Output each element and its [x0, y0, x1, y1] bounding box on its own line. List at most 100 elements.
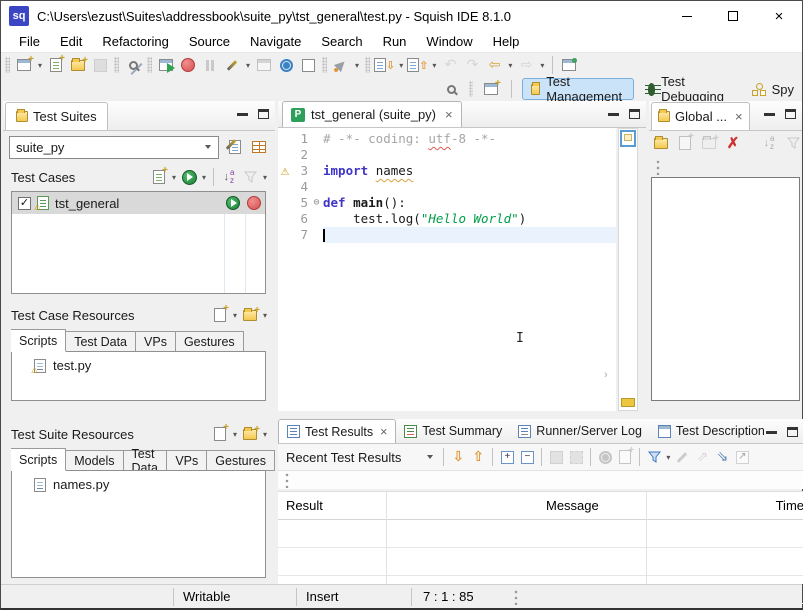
- recent-test-results-dropdown[interactable]: Recent Test Results: [286, 450, 433, 465]
- object-picker-button[interactable]: [222, 55, 242, 75]
- column-header[interactable]: Result: [278, 498, 538, 513]
- open-perspective-button[interactable]: [481, 79, 501, 99]
- resource-tab[interactable]: Models: [66, 450, 123, 471]
- code-line[interactable]: 1# -*- coding: utf-8 -*-: [278, 131, 616, 147]
- global-scripts-list[interactable]: [651, 177, 800, 401]
- maximize-view-icon[interactable]: [787, 427, 798, 437]
- chevron-down-icon[interactable]: ▾: [36, 55, 44, 75]
- minimize-view-icon[interactable]: [237, 113, 248, 116]
- code-editor[interactable]: 1# -*- coding: utf-8 -*-23import names45…: [278, 128, 616, 411]
- menu-item[interactable]: Window: [416, 31, 482, 53]
- new-folder-button[interactable]: [240, 424, 260, 444]
- minimize-view-icon[interactable]: [766, 431, 777, 434]
- new-file-button[interactable]: [210, 424, 230, 444]
- chevron-down-icon[interactable]: ▾: [231, 424, 239, 444]
- new-test-case-button[interactable]: [46, 55, 66, 75]
- new-folder-button[interactable]: [240, 305, 260, 325]
- remove-button[interactable]: ✗: [723, 133, 743, 153]
- add-directory-button[interactable]: [651, 133, 671, 153]
- maximize-view-icon[interactable]: [785, 109, 796, 119]
- suite-config-button[interactable]: [249, 137, 269, 157]
- run-test-case-button[interactable]: [226, 196, 240, 210]
- resource-tab[interactable]: Test Data: [124, 450, 168, 471]
- search-button[interactable]: [441, 79, 461, 99]
- record-test-case-button[interactable]: [247, 196, 261, 210]
- column-header[interactable]: Time: [768, 498, 803, 513]
- close-icon[interactable]: ×: [445, 107, 453, 122]
- chevron-down-icon[interactable]: ▾: [231, 305, 239, 325]
- chevron-down-icon[interactable]: ▾: [261, 305, 269, 325]
- bottom-tab[interactable]: Test Description ×: [650, 419, 773, 443]
- bottom-tab[interactable]: Test Summary ×: [396, 419, 510, 443]
- previous-result-button[interactable]: ⇧: [468, 447, 488, 467]
- menu-item[interactable]: Search: [311, 31, 372, 53]
- object-not-pickable-button[interactable]: [123, 55, 143, 75]
- chevron-down-icon[interactable]: ▾: [397, 55, 405, 75]
- pin-editor-button[interactable]: [559, 55, 579, 75]
- perspective-test-management[interactable]: Test Management: [522, 78, 634, 100]
- code-line[interactable]: 4: [278, 179, 616, 195]
- code-line[interactable]: 7: [278, 227, 616, 243]
- code-line[interactable]: 6 test.log("Hello World"): [278, 211, 616, 227]
- record-button[interactable]: [178, 55, 198, 75]
- drag-handle[interactable]: [655, 159, 661, 175]
- run-test-suite-button[interactable]: [179, 167, 199, 187]
- previous-annotation-button[interactable]: ⇧: [407, 55, 428, 75]
- filter-results-button[interactable]: [644, 447, 664, 467]
- column-divider[interactable]: [386, 492, 387, 584]
- minimize-view-icon[interactable]: [608, 113, 619, 116]
- perspective-spy[interactable]: Spy: [744, 78, 802, 100]
- overview-ruler[interactable]: [618, 128, 638, 411]
- column-divider[interactable]: [646, 492, 647, 584]
- overview-viewport[interactable]: [620, 130, 636, 147]
- menu-item[interactable]: File: [9, 31, 50, 53]
- sort-button[interactable]: ↓az: [219, 167, 239, 187]
- web-inspector-button[interactable]: [276, 55, 296, 75]
- suite-settings-button[interactable]: [225, 137, 245, 157]
- open-test-suite-button[interactable]: [68, 55, 88, 75]
- resource-tab[interactable]: Gestures: [176, 331, 244, 352]
- chevron-down-icon[interactable]: ▾: [538, 55, 546, 75]
- resource-tab[interactable]: Scripts: [11, 329, 66, 352]
- chevron-down-icon[interactable]: ▾: [261, 424, 269, 444]
- chevron-down-icon[interactable]: ▾: [664, 447, 672, 467]
- maximize-view-icon[interactable]: [629, 109, 640, 119]
- column-header[interactable]: Message: [538, 498, 768, 513]
- maximize-view-icon[interactable]: [258, 109, 269, 119]
- resource-tab[interactable]: VPs: [136, 331, 176, 352]
- new-test-suite-button[interactable]: [14, 55, 34, 75]
- back-button[interactable]: ⇦: [484, 55, 504, 75]
- close-icon[interactable]: ×: [380, 425, 387, 439]
- editor-tab[interactable]: P tst_general (suite_py) ×: [282, 101, 462, 127]
- drag-handle[interactable]: [513, 589, 519, 605]
- bottom-tab[interactable]: Test Results ×: [278, 419, 396, 443]
- code-line[interactable]: 5def main():: [278, 195, 616, 211]
- menu-item[interactable]: Run: [373, 31, 417, 53]
- close-icon[interactable]: ×: [735, 109, 743, 124]
- chevron-down-icon[interactable]: ▾: [170, 167, 178, 187]
- expand-all-button[interactable]: +: [497, 447, 517, 467]
- import-results-button[interactable]: ⇘: [712, 447, 732, 467]
- checkbox-checked[interactable]: ✓: [18, 197, 31, 210]
- code-line[interactable]: 3import names: [278, 163, 616, 179]
- chevron-down-icon[interactable]: ▾: [506, 55, 514, 75]
- tab-global-scripts[interactable]: Global ... ×: [651, 102, 750, 130]
- chevron-down-icon[interactable]: ▾: [244, 55, 252, 75]
- collapse-all-button[interactable]: −: [517, 447, 537, 467]
- new-file-button[interactable]: [210, 305, 230, 325]
- file-row[interactable]: names.py: [12, 471, 265, 492]
- next-annotation-button[interactable]: ⇩: [374, 55, 395, 75]
- file-row[interactable]: ⚠ test.py: [12, 352, 265, 373]
- launch-aut-button[interactable]: [156, 55, 176, 75]
- suite-selector[interactable]: suite_py: [9, 136, 219, 159]
- menu-item[interactable]: Navigate: [240, 31, 311, 53]
- test-case-row[interactable]: ✓ ⚠ tst_general: [12, 192, 265, 214]
- menu-item[interactable]: Source: [179, 31, 240, 53]
- menu-item[interactable]: Edit: [50, 31, 92, 53]
- menu-item[interactable]: Refactoring: [92, 31, 178, 53]
- bottom-tab[interactable]: Runner/Server Log ×: [510, 419, 650, 443]
- drag-handle[interactable]: [284, 472, 290, 488]
- chevron-down-icon[interactable]: ▾: [261, 167, 269, 187]
- menu-item[interactable]: Help: [483, 31, 530, 53]
- minimize-view-icon[interactable]: [764, 113, 775, 116]
